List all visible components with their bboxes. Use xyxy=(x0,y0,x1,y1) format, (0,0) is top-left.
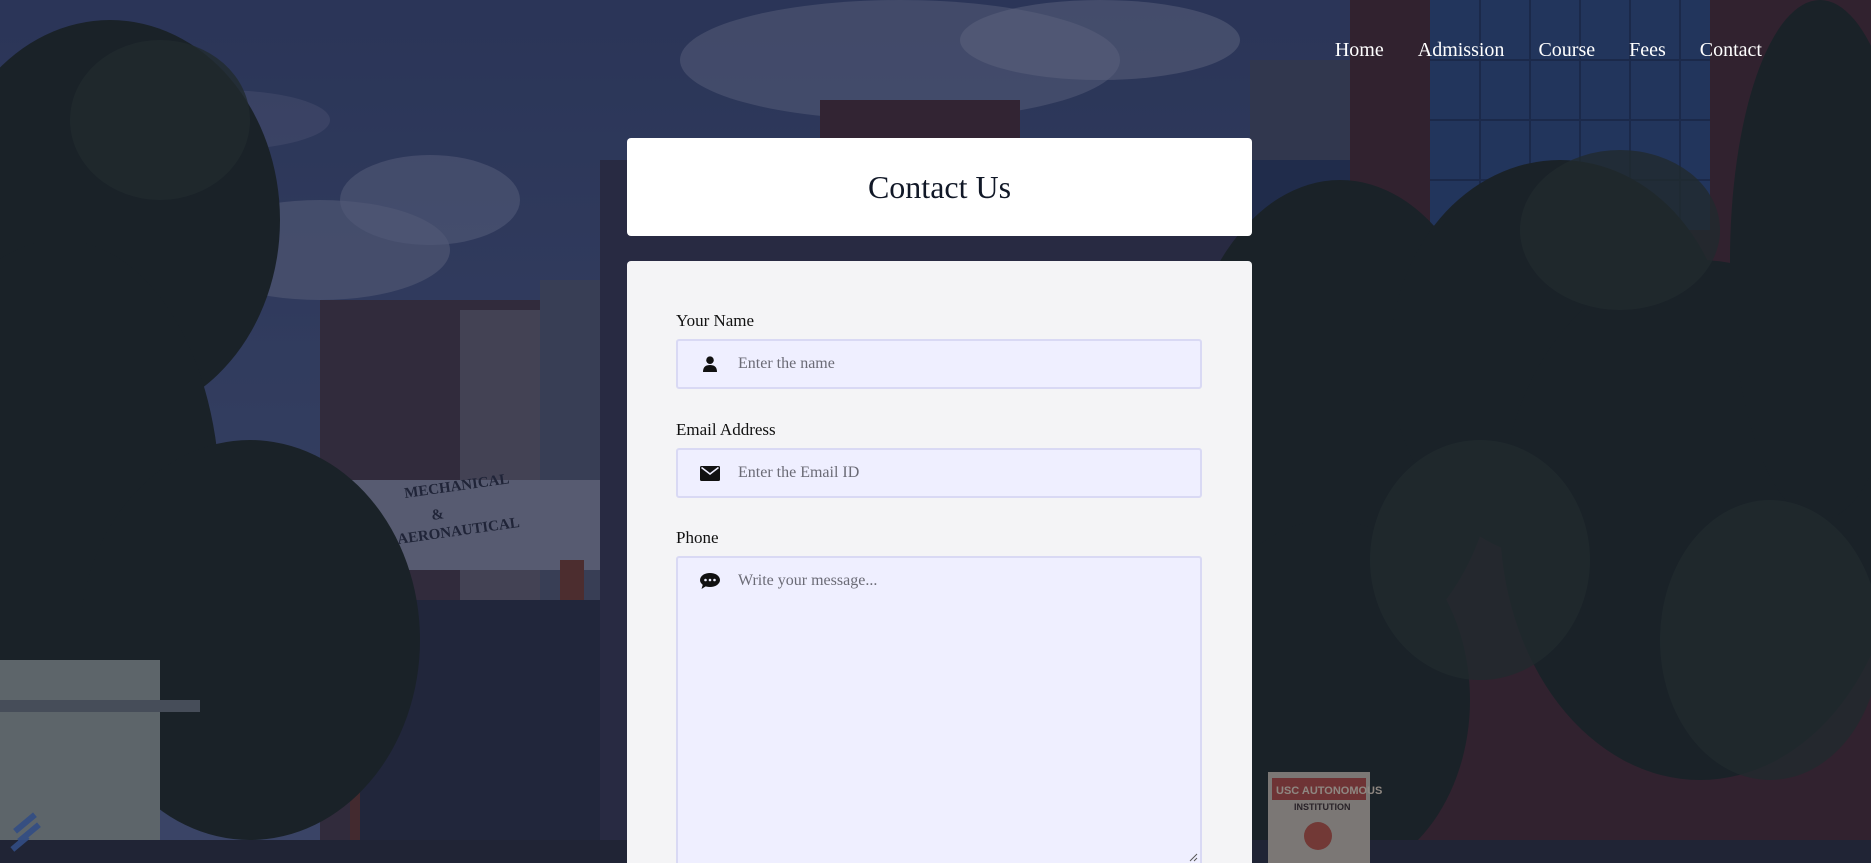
main-navigation: Home Admission Course Fees Contact xyxy=(1318,36,1762,64)
comment-icon xyxy=(700,572,720,590)
nav-course-link[interactable]: Course xyxy=(1521,36,1612,64)
nav-contact-link[interactable]: Contact xyxy=(1683,36,1762,64)
name-field-group: Your Name xyxy=(676,311,1202,389)
envelope-icon xyxy=(700,464,720,482)
email-input-wrapper xyxy=(676,448,1202,498)
textarea-resize-handle[interactable] xyxy=(1188,852,1198,862)
message-input-wrapper xyxy=(676,556,1202,863)
page-title: Contact Us xyxy=(867,168,1012,205)
name-field-label: Your Name xyxy=(676,311,755,330)
user-icon xyxy=(700,355,720,373)
phone-field-label: Phone xyxy=(676,528,719,547)
name-input-wrapper xyxy=(676,339,1202,389)
nav-fees-link[interactable]: Fees xyxy=(1612,36,1683,64)
email-field-group: Email Address xyxy=(676,420,1202,498)
nav-admission-link[interactable]: Admission xyxy=(1401,36,1522,64)
name-input[interactable] xyxy=(738,341,1192,387)
message-textarea[interactable] xyxy=(738,571,1192,856)
nav-home-link[interactable]: Home xyxy=(1318,36,1401,64)
page: MECHANICAL & AERONAUTICAL USC AUTONOMOUS… xyxy=(0,0,1871,863)
phone-field-group: Phone xyxy=(676,528,1202,863)
contact-form: Your Name Email Address xyxy=(627,261,1252,863)
page-title-card: Contact Us xyxy=(627,138,1252,236)
email-input[interactable] xyxy=(738,450,1192,496)
email-field-label: Email Address xyxy=(676,420,776,439)
